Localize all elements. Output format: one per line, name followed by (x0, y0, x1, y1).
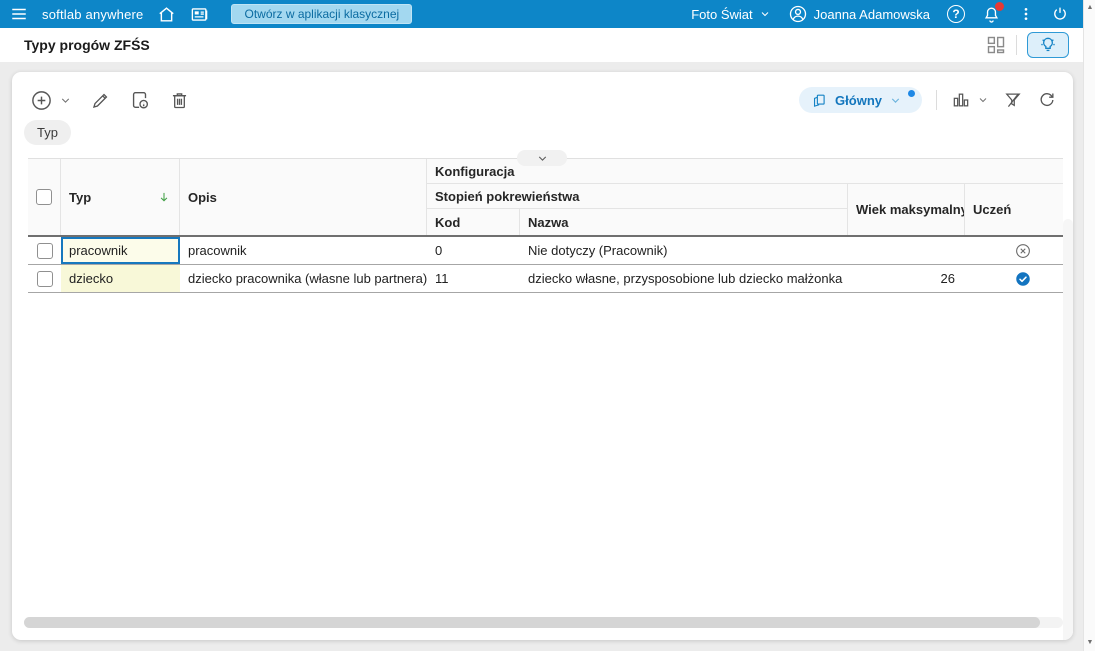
lightbulb-icon (1041, 37, 1055, 52)
column-header-opis[interactable]: Opis (180, 159, 427, 235)
chevron-down-icon (979, 98, 987, 103)
user-menu[interactable]: Joanna Adamowska (788, 4, 930, 24)
document-info-icon (132, 91, 149, 109)
circle-check-icon (1016, 271, 1030, 286)
cell-uczen[interactable] (965, 265, 1063, 292)
column-header-typ[interactable]: Typ (61, 159, 180, 235)
tips-toggle-button[interactable] (1027, 32, 1069, 58)
cell-opis[interactable]: dziecko pracownika (własne lub partnera) (180, 265, 427, 292)
table-header: Typ Opis Konfiguracja Stopień pokrewieńs… (28, 158, 1063, 237)
menu-icon[interactable] (10, 5, 28, 23)
grid-vertical-scrollbar[interactable] (1063, 219, 1073, 640)
trash-icon (172, 92, 187, 108)
select-all-checkbox[interactable] (36, 189, 52, 205)
collapse-group-button[interactable] (517, 150, 567, 166)
edit-pencil-icon (92, 93, 108, 108)
column-header-kod[interactable]: Kod (427, 209, 520, 235)
scrollbar-thumb[interactable] (24, 617, 1040, 628)
cell-kod[interactable]: 0 (427, 237, 520, 264)
circle-cross-icon (1016, 243, 1030, 258)
column-header-wiek-maksymalny[interactable]: Wiek maksymalny (848, 184, 965, 235)
view-selector-chip[interactable]: Główny (799, 87, 922, 113)
top-app-bar: softlab anywhere Otwórz w aplikacji klas… (0, 0, 1083, 28)
power-icon[interactable] (1051, 5, 1069, 23)
add-circle-icon (32, 90, 51, 110)
cell-nazwa[interactable]: dziecko własne, przysposobione lub dziec… (520, 265, 848, 292)
app-name: softlab anywhere (42, 6, 144, 22)
chevron-down-icon (761, 12, 768, 17)
select-all-cell (28, 159, 61, 235)
company-selector[interactable]: Foto Świat (691, 7, 770, 22)
newspaper-icon[interactable] (190, 5, 209, 24)
scroll-down-arrow[interactable]: ▼ (1084, 637, 1095, 649)
table-row[interactable]: dziecko dziecko pracownika (własne lub p… (28, 265, 1063, 293)
grid-horizontal-scrollbar[interactable] (24, 617, 1063, 628)
cell-typ-focused[interactable]: pracownik (61, 237, 180, 264)
view-name: Główny (835, 92, 882, 108)
cell-wiek[interactable] (848, 237, 965, 264)
chevron-down-icon (61, 97, 70, 103)
refresh-button[interactable] (1037, 90, 1057, 110)
page-title: Typy progów ZFŚS (24, 37, 150, 53)
home-icon[interactable] (157, 5, 176, 24)
filter-off-icon (1005, 93, 1021, 108)
cell-nazwa[interactable]: Nie dotyczy (Pracownik) (520, 237, 848, 264)
scroll-up-arrow[interactable]: ▲ (1084, 2, 1095, 14)
open-classic-app-button[interactable]: Otwórz w aplikacji klasycznej (231, 4, 413, 24)
chart-button[interactable] (951, 90, 989, 110)
clear-filter-button[interactable] (1003, 90, 1023, 110)
edit-button[interactable] (90, 90, 111, 111)
details-button[interactable] (129, 89, 151, 111)
notifications-button[interactable] (982, 1, 1004, 24)
column-tag-typ[interactable]: Typ (24, 120, 71, 145)
add-button[interactable] (30, 89, 72, 112)
dashboard-icon[interactable] (986, 35, 1006, 55)
cell-opis[interactable]: pracownik (180, 237, 427, 264)
notification-dot (995, 1, 1004, 11)
cell-typ[interactable]: dziecko (61, 265, 180, 292)
bar-chart-icon (953, 93, 969, 107)
cell-kod[interactable]: 11 (427, 265, 520, 292)
user-name: Joanna Adamowska (813, 6, 930, 22)
data-grid: Typ Opis Konfiguracja Stopień pokrewieńs… (28, 150, 1063, 293)
view-book-icon (814, 94, 825, 107)
delete-button[interactable] (169, 90, 190, 111)
page-header: Typy progów ZFŚS (0, 28, 1083, 62)
divider (936, 90, 937, 110)
column-header-nazwa[interactable]: Nazwa (520, 209, 848, 235)
row-checkbox[interactable] (36, 270, 53, 287)
column-group-stopien-pokrewienstwa[interactable]: Stopień pokrewieństwa (427, 184, 848, 209)
column-header-uczen[interactable]: Uczeń (965, 184, 1063, 235)
company-name: Foto Świat (691, 6, 753, 22)
divider (1016, 35, 1017, 55)
user-circle-icon (789, 5, 806, 23)
main-area: Główny Typ Typ Opis Konfiguracja Stopień… (0, 62, 1083, 651)
chevron-down-icon (891, 97, 900, 103)
table-row[interactable]: pracownik pracownik 0 Nie dotyczy (Praco… (28, 237, 1063, 265)
window-scrollbar[interactable]: ▲ ▼ (1083, 0, 1095, 651)
sort-down-icon (160, 192, 168, 202)
help-icon[interactable]: ? (947, 5, 965, 23)
chevron-down-icon (538, 155, 546, 161)
row-checkbox[interactable] (36, 242, 53, 259)
cell-wiek[interactable]: 26 (848, 265, 965, 292)
view-modified-dot (908, 90, 915, 97)
grid-toolbar: Główny (12, 72, 1073, 114)
refresh-icon (1040, 93, 1054, 107)
kebab-menu-icon[interactable] (1018, 6, 1034, 22)
cell-uczen[interactable] (965, 237, 1063, 264)
content-card: Główny Typ Typ Opis Konfiguracja Stopień… (12, 72, 1073, 640)
